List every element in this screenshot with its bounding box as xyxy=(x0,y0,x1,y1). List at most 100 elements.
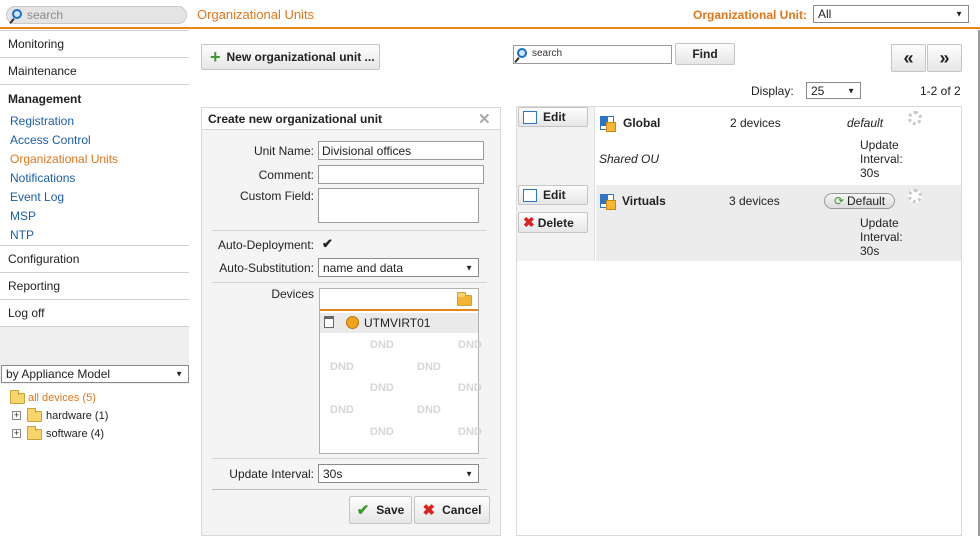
ou-name: Virtuals xyxy=(622,194,666,208)
dnd-watermark: DND xyxy=(370,339,394,351)
sidebar-item-registration[interactable]: Registration xyxy=(10,114,74,128)
display-label: Display: xyxy=(751,84,794,98)
close-icon[interactable]: ✕ xyxy=(478,110,491,128)
x-icon: ✖ xyxy=(422,502,436,519)
display-count-select[interactable]: 25 ▼ xyxy=(806,82,861,99)
ou-list xyxy=(516,106,962,536)
sidebar-item-event-log[interactable]: Event Log xyxy=(10,190,64,204)
next-page-button[interactable]: » xyxy=(927,44,962,72)
folder-icon xyxy=(27,408,42,422)
ou-interval-label: Update Interval: xyxy=(860,216,903,244)
set-default-button[interactable]: ⟳ Default xyxy=(824,193,895,209)
gear-icon[interactable] xyxy=(908,111,922,125)
sidebar-item-ntp[interactable]: NTP xyxy=(10,228,34,242)
auto-deployment-checkbox[interactable]: ✔ xyxy=(322,236,333,252)
dnd-watermark: DND xyxy=(458,382,482,394)
gear-icon[interactable] xyxy=(908,189,922,203)
sidebar-item-label: Monitoring xyxy=(8,37,65,51)
delete-label: Delete xyxy=(537,215,574,230)
tree-item-software[interactable]: software (4) xyxy=(46,428,104,440)
custom-field-textarea[interactable] xyxy=(318,188,479,223)
checkmark-icon: ✔ xyxy=(356,502,370,519)
chevrons-left-icon: « xyxy=(903,47,914,68)
new-ou-button-label: New organizational unit ... xyxy=(226,50,375,64)
ou-interval-label: Update Interval: xyxy=(860,138,903,166)
chevron-down-icon: ▼ xyxy=(175,369,183,379)
ou-device-count: 2 devices xyxy=(730,116,781,130)
ou-description: Shared OU xyxy=(599,152,660,166)
auto-substitution-select[interactable]: name and data ▼ xyxy=(318,258,479,277)
devices-dropzone[interactable]: UTMVIRT01 DND DND DND DND DND DND DND DN… xyxy=(319,288,482,454)
ou-search-placeholder: search xyxy=(532,48,563,59)
auto-substitution-value: name and data xyxy=(323,260,404,275)
devices-label: Devices xyxy=(271,287,314,301)
sidebar-item-label: Maintenance xyxy=(8,64,77,78)
save-button[interactable]: ✔ Save xyxy=(349,496,412,524)
find-button[interactable]: Find xyxy=(675,43,735,65)
sidebar-item-label: Log off xyxy=(8,306,45,320)
edit-icon xyxy=(523,110,537,124)
tree-root-all-devices[interactable]: all devices (5) xyxy=(28,392,96,404)
dnd-watermark: DND xyxy=(370,426,394,438)
chevron-down-icon: ▼ xyxy=(465,263,473,272)
dnd-watermark: DND xyxy=(458,339,482,351)
update-interval-label: Update Interval: xyxy=(229,467,314,481)
cancel-button[interactable]: ✖ Cancel xyxy=(414,496,490,524)
ou-selector[interactable]: All ▼ xyxy=(813,5,969,23)
prev-page-button[interactable]: « xyxy=(891,44,926,72)
appliance-model-filter[interactable]: by Appliance Model ▼ xyxy=(1,365,189,383)
ou-search-input[interactable]: search xyxy=(513,45,672,64)
sidebar-item-configuration[interactable]: Configuration xyxy=(0,246,189,273)
folder-icon xyxy=(10,390,25,404)
edit-global-button[interactable]: Edit xyxy=(518,107,588,127)
sidebar-item-maintenance[interactable]: Maintenance xyxy=(0,58,189,85)
actions-column xyxy=(517,107,595,261)
ou-device-count: 3 devices xyxy=(729,194,780,208)
divider xyxy=(212,282,487,283)
display-count-value: 25 xyxy=(811,83,825,98)
device-name: UTMVIRT01 xyxy=(364,316,431,330)
dialog-header: Create new organizational unit ✕ xyxy=(202,108,500,130)
folder-open-icon[interactable] xyxy=(457,292,472,306)
auto-deployment-label: Auto-Deployment: xyxy=(217,238,314,252)
dnd-watermark: DND xyxy=(370,382,394,394)
search-icon xyxy=(12,9,22,19)
ou-interval-value: 30s xyxy=(860,166,880,180)
sidebar-search-input[interactable]: search xyxy=(6,6,187,24)
ou-selector-label: Organizational Unit: xyxy=(693,8,807,22)
tree-item-hardware[interactable]: hardware (1) xyxy=(46,410,108,422)
new-ou-button[interactable]: + New organizational unit ... xyxy=(201,44,380,70)
divider xyxy=(212,489,487,490)
sidebar-item-organizational-units[interactable]: Organizational Units xyxy=(10,152,118,166)
trash-icon[interactable] xyxy=(324,316,334,328)
update-interval-value: 30s xyxy=(323,466,343,481)
sidebar-section-label: Management xyxy=(8,92,82,106)
unit-name-label: Unit Name: xyxy=(253,144,314,158)
sidebar-item-label: Reporting xyxy=(8,279,61,293)
top-bar: search Organizational Units Organization… xyxy=(0,0,980,29)
x-icon: ✖ xyxy=(523,214,535,230)
sidebar-item-msp[interactable]: MSP xyxy=(10,209,36,223)
delete-virtuals-button[interactable]: ✖ Delete xyxy=(518,212,588,233)
divider xyxy=(212,230,487,231)
devices-header xyxy=(320,289,478,311)
divider xyxy=(212,458,487,459)
sidebar-item-label: Configuration xyxy=(8,252,80,266)
sidebar-item-monitoring[interactable]: Monitoring xyxy=(0,30,189,58)
edit-virtuals-button[interactable]: Edit xyxy=(518,185,588,205)
dnd-watermark: DND xyxy=(417,404,441,416)
comment-label: Comment: xyxy=(258,168,314,182)
expand-icon[interactable]: + xyxy=(12,411,21,420)
unit-name-input[interactable]: Divisional offices xyxy=(318,141,484,160)
comment-input[interactable] xyxy=(318,165,484,184)
sidebar: Monitoring Maintenance Management Regist… xyxy=(0,30,189,536)
sidebar-item-notifications[interactable]: Notifications xyxy=(10,171,75,185)
sidebar-item-reporting[interactable]: Reporting xyxy=(0,273,189,300)
expand-icon[interactable]: + xyxy=(12,429,21,438)
update-interval-select[interactable]: 30s ▼ xyxy=(318,464,479,483)
folder-icon xyxy=(27,426,42,440)
sidebar-item-log-off[interactable]: Log off xyxy=(0,300,189,327)
refresh-icon: ⟳ xyxy=(833,194,845,208)
dnd-watermark: DND xyxy=(330,404,354,416)
sidebar-item-access-control[interactable]: Access Control xyxy=(10,133,91,147)
